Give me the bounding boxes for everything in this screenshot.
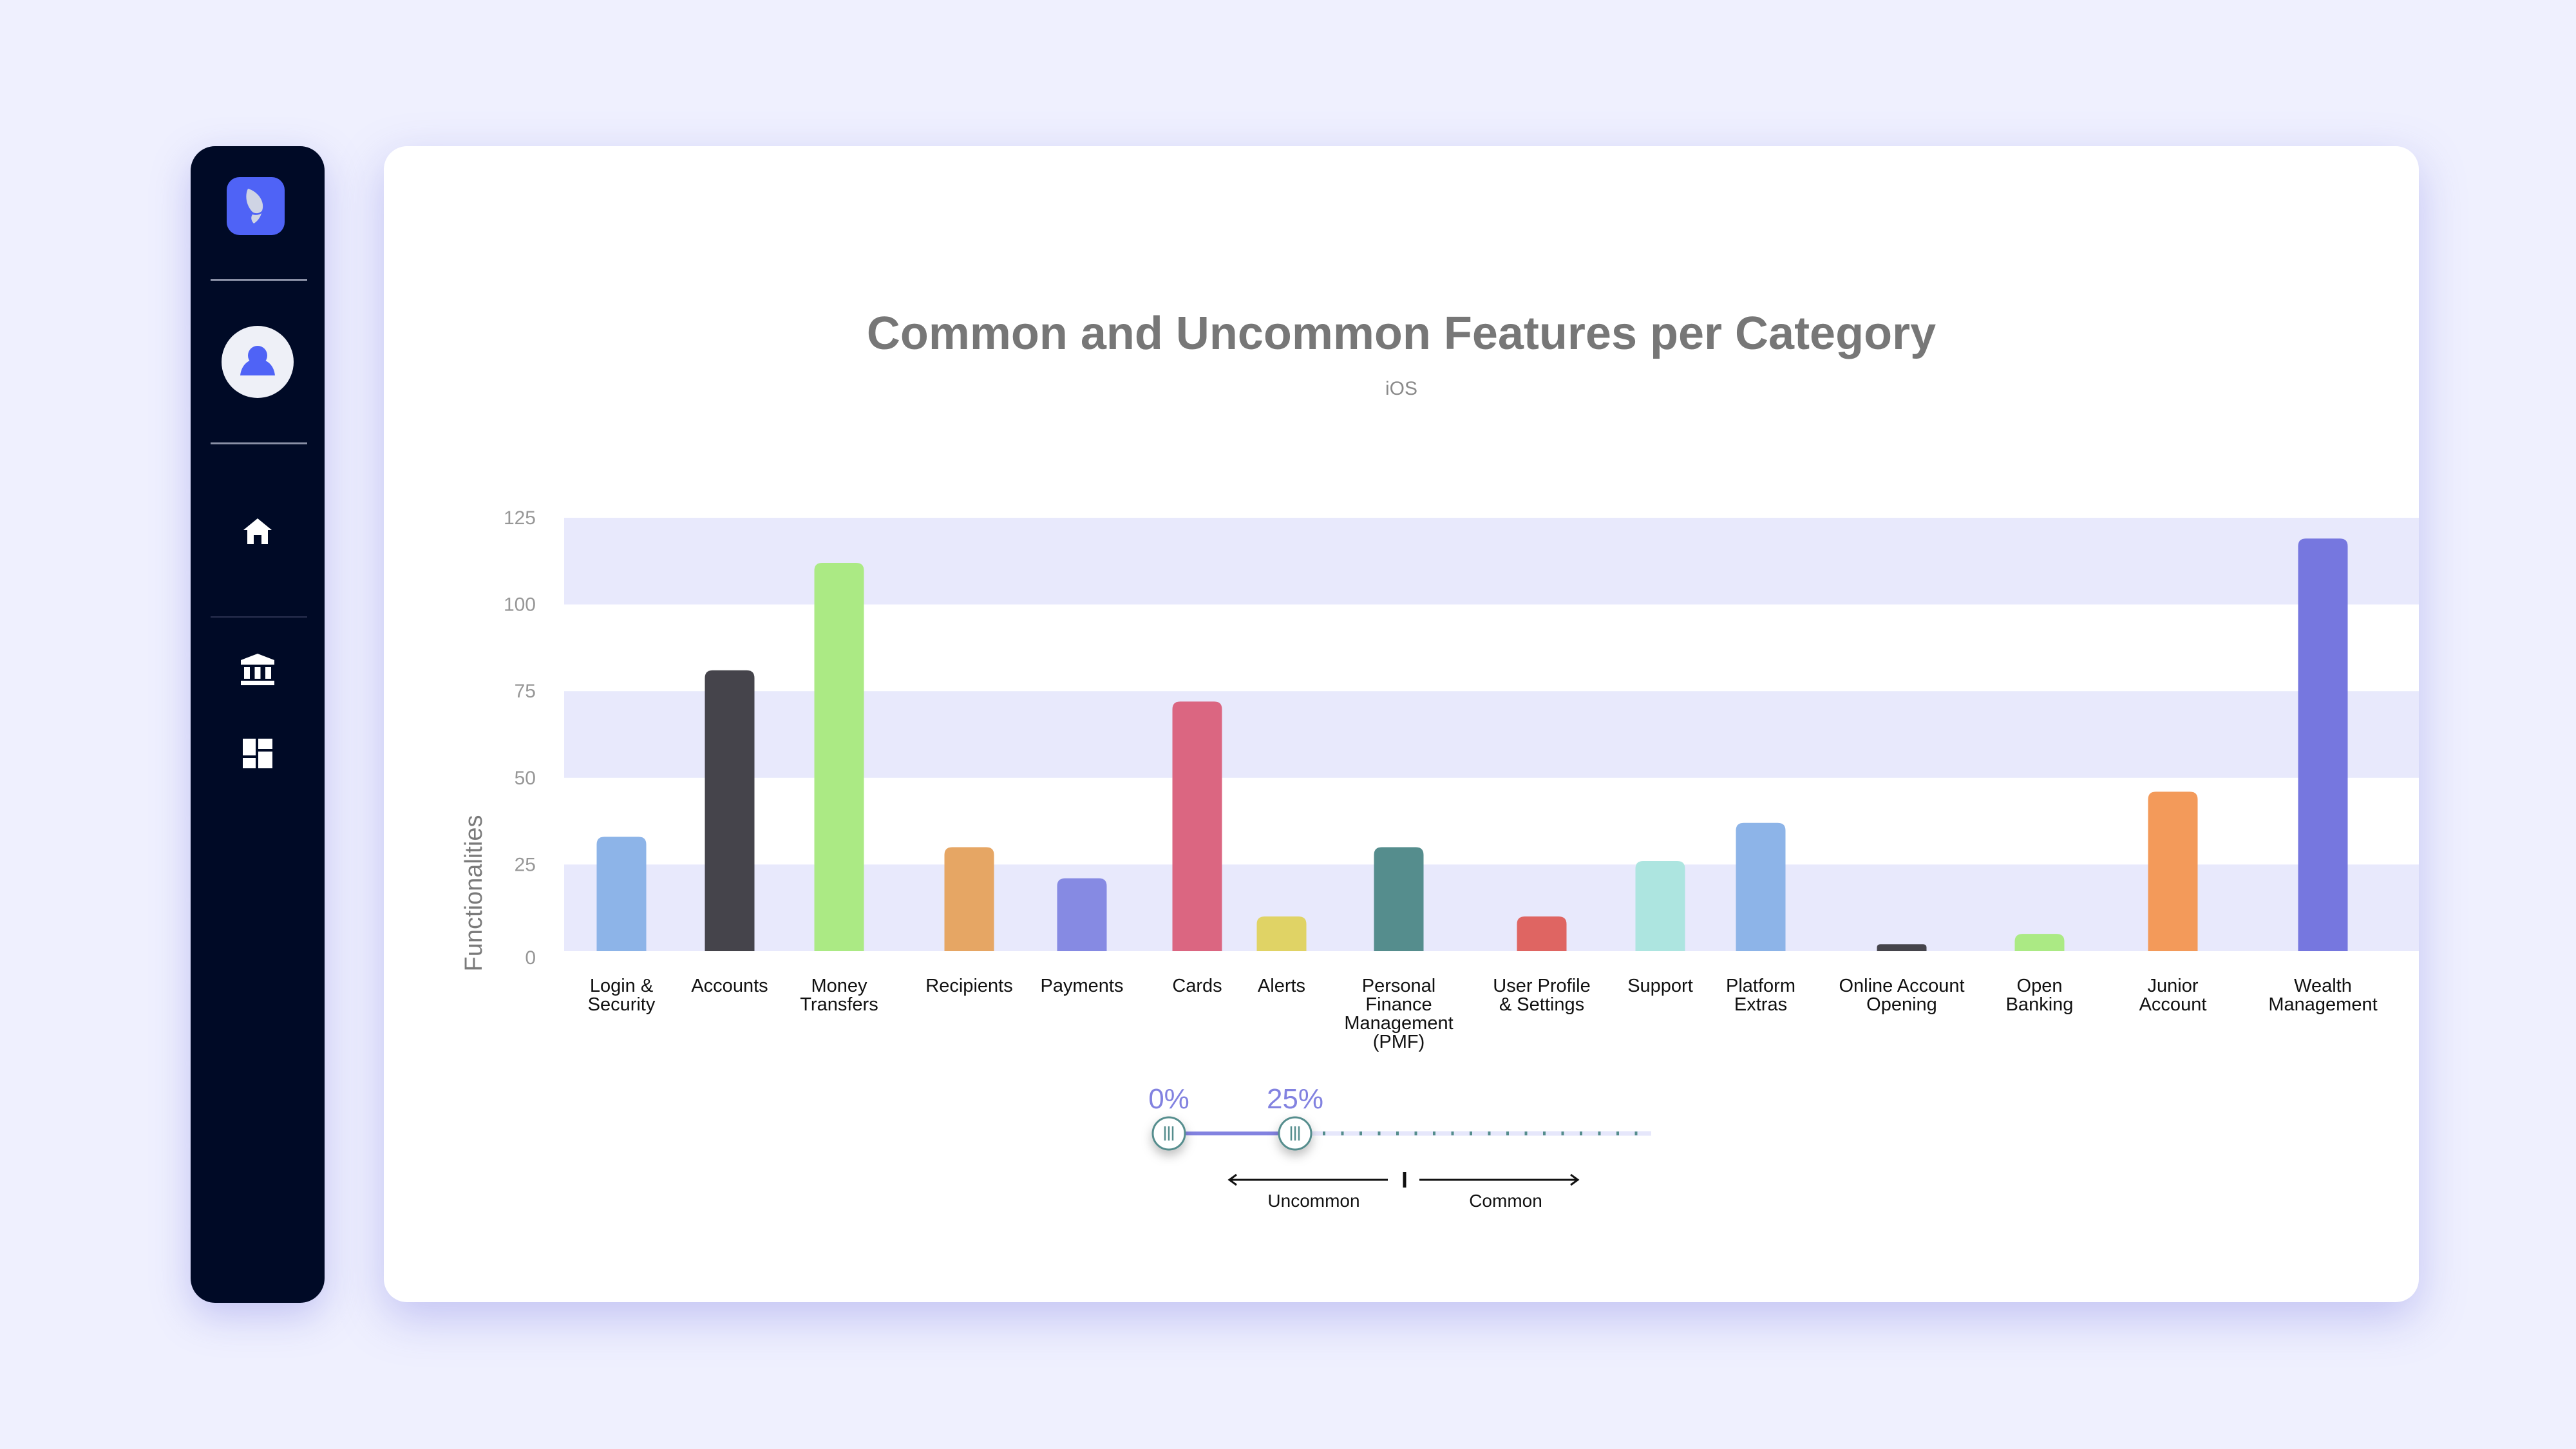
chart-card: Common and Uncommon Features per Categor… [384,146,2419,1302]
bar[interactable] [944,847,994,951]
sidebar-divider [211,279,307,281]
x-tick-label: Recipients [925,976,1012,996]
x-tick-label: Money [811,976,867,996]
slider-step-dot [1396,1132,1399,1135]
slider-step-dot [1378,1132,1381,1135]
bar[interactable] [1374,847,1424,951]
x-tick-label: Platform [1726,976,1795,996]
arrow-right-icon [1419,1173,1580,1186]
y-tick-label: 125 [504,507,536,529]
sidebar-item-dashboard[interactable] [238,734,277,773]
slider-step-dot [1561,1132,1564,1135]
x-tick-label: Personal [1362,976,1435,996]
x-tick-label: Cards [1172,976,1222,996]
y-tick-label: 100 [504,594,536,616]
x-axis-labels: Login &Security Accounts MoneyTransfers Rec… [588,976,2378,1052]
x-tick-label: Support [1627,976,1693,996]
leaf-logo-icon [246,189,263,223]
avatar[interactable] [222,326,294,398]
common-label: Common [1469,1191,1542,1211]
arrow-left-icon [1227,1173,1388,1186]
home-icon [243,518,272,544]
slider-max-label: 25% [1267,1083,1323,1115]
bar[interactable] [1517,916,1567,951]
x-tick-label: Login & [590,976,653,996]
sidebar [191,146,325,1303]
x-tick-label: Junior [2148,976,2199,996]
slider-min-label: 0% [1148,1083,1189,1115]
y-tick-label: 0 [525,947,536,969]
slider-step-dot [1543,1132,1546,1135]
bar[interactable] [1877,944,1927,951]
bar[interactable] [2014,934,2065,951]
bar-chart: 0 25 50 75 100 125 Functionalities Login &Sec… [460,507,2419,1211]
sidebar-item-home[interactable] [238,513,277,552]
bar[interactable] [596,837,647,951]
bar[interactable] [2148,791,2198,951]
x-tick-label: Account [2139,994,2207,1015]
slider-step-dot [1506,1132,1509,1135]
x-tick-label: Wealth [2294,976,2352,996]
x-tick-label: & Settings [1499,994,1584,1015]
slider-step-dot [1524,1132,1528,1135]
x-tick-label: (PMF) [1373,1032,1425,1052]
commonality-range-slider: 0% 25% Uncommon Common [1148,1083,1651,1211]
y-axis-ticks: 0 25 50 75 100 125 [504,507,536,969]
bar[interactable] [2298,538,2348,951]
slider-step-dot [1341,1132,1344,1135]
x-tick-label: Accounts [691,976,768,996]
slider-step-dot [1323,1132,1325,1135]
sidebar-item-bank[interactable] [238,650,277,688]
slider-step-dot [1414,1132,1417,1135]
bar[interactable] [705,670,755,951]
user-icon [240,346,275,375]
slider-step-dot [1598,1132,1601,1135]
x-tick-label: Banking [2006,994,2074,1015]
y-tick-label: 25 [515,854,536,875]
slider-step-dot [1359,1132,1362,1135]
y-axis-label: Functionalities [460,815,488,972]
bar[interactable] [1172,701,1222,951]
slider-step-dot [1470,1132,1472,1135]
x-tick-label: Transfers [800,994,878,1015]
x-tick-label: Alerts [1258,976,1305,996]
bar[interactable] [1256,916,1307,951]
slider-step-dot [1616,1132,1619,1135]
slider-handle-min[interactable] [1151,1116,1186,1151]
x-tick-label: Payments [1041,976,1124,996]
y-tick-label: 50 [515,768,536,789]
x-tick-label: Management [1344,1013,1453,1034]
brand-logo[interactable] [227,177,285,235]
slider-step-dot [1580,1132,1582,1135]
x-tick-label: Extras [1734,994,1787,1015]
bar[interactable] [814,562,864,951]
bank-icon [241,654,274,685]
x-tick-label: Security [588,994,656,1015]
bar[interactable] [1635,861,1685,951]
dashboard-icon [243,739,272,768]
sidebar-divider [211,616,307,618]
slider-step-dot [1451,1132,1454,1135]
x-tick-label: Finance [1365,994,1432,1015]
x-tick-label: Online Account [1839,976,1964,996]
x-tick-label: Opening [1866,994,1937,1015]
bar[interactable] [1057,878,1107,951]
uncommon-label: Uncommon [1267,1191,1359,1211]
x-tick-label: User Profile [1493,976,1591,996]
slider-handle-max[interactable] [1278,1116,1312,1151]
x-tick-label: Management [2268,994,2377,1015]
slider-step-dot [1634,1132,1638,1135]
bar[interactable] [1736,822,1786,951]
slider-step-dot [1433,1132,1435,1135]
slider-step-dot [1488,1132,1491,1135]
sidebar-divider [211,442,307,444]
y-tick-label: 75 [515,681,536,702]
x-tick-label: Open [2017,976,2063,996]
